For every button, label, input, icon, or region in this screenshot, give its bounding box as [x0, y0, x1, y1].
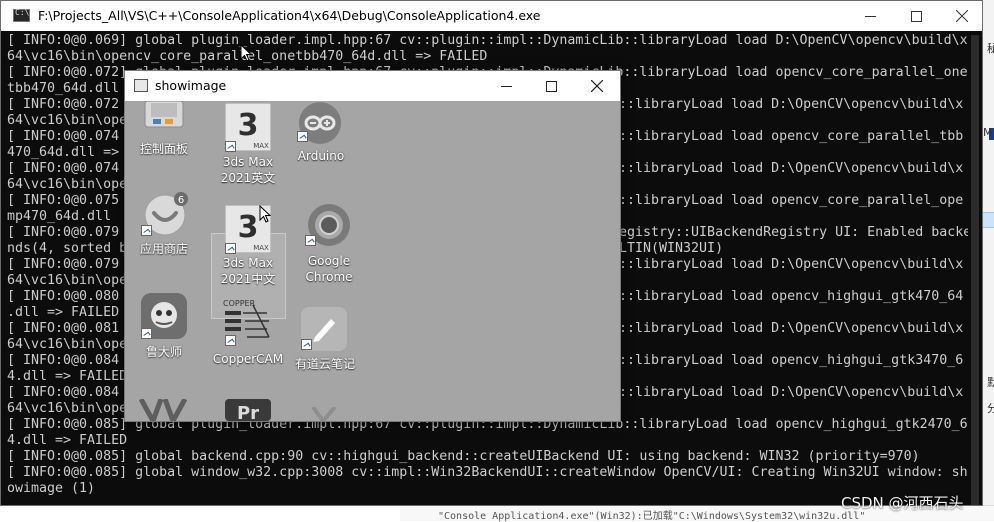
- console-maximize-button[interactable]: [893, 1, 939, 31]
- app-store-badge-count: 6: [178, 195, 184, 206]
- maximize-icon: [545, 80, 557, 92]
- console-line-fragment: egistry::UIBackendRegistry UI: Enabled b…: [619, 225, 968, 240]
- console-line: 64\vc16\bin\ope: [7, 113, 128, 128]
- console-line: [ INFO:0@0.074: [7, 161, 120, 176]
- max-logo-word: MAX: [253, 244, 269, 252]
- console-line: .dll => FAILED: [7, 305, 120, 320]
- console-line: [ INFO:0@0.084: [7, 353, 120, 368]
- 3ds-max-en-label-line1[interactable]: 3ds Max: [216, 154, 280, 170]
- maximize-icon: [910, 10, 922, 22]
- control-panel-label[interactable]: 控制面板: [137, 141, 191, 157]
- console-line-fragment: ::libraryLoad load D:\OpenCV\opencv\buil…: [619, 257, 964, 272]
- console-scrollbar[interactable]: [968, 31, 982, 505]
- shortcut-arrow-icon: [297, 131, 308, 142]
- showimage-close-button[interactable]: [574, 71, 620, 101]
- console-line: [ INFO:0@0.072: [7, 97, 120, 112]
- minimize-icon: [864, 15, 876, 17]
- control-panel-icon[interactable]: [143, 101, 185, 131]
- showimage-titlebar[interactable]: showimage: [125, 71, 620, 101]
- youdao-note-label[interactable]: 有道云笔记: [289, 356, 361, 372]
- console-line-fragment: ::libraryLoad load opencv_core_parallel_…: [619, 193, 964, 208]
- shortcut-arrow-icon: [305, 235, 316, 246]
- partial-v-icon: [139, 399, 187, 421]
- console-line-fragment: ::libraryLoad load D:\OpenCV\opencv\buil…: [619, 321, 964, 336]
- console-line: 64\vc16\bin\ope: [7, 273, 128, 288]
- console-line: mp470_64d.dll: [7, 209, 112, 224]
- console-line: [ INFO:0@0.079: [7, 225, 120, 240]
- console-line: 470_64d.dll =>: [7, 145, 120, 160]
- premiere-pro-icon: Pr: [225, 399, 271, 421]
- shortcut-arrow-icon: [141, 225, 152, 236]
- showimage-window: showimage 控制面板 3 MAX 3ds Max 2021英文 Ardu…: [124, 70, 621, 422]
- showimage-minimize-button[interactable]: [483, 71, 529, 101]
- console-line-fragment: ::libraryLoad load D:\OpenCV\opencv\buil…: [619, 161, 964, 176]
- console-line: 64\vc16\bin\ope: [7, 337, 128, 352]
- ludashi-label[interactable]: 鲁大师: [137, 344, 191, 360]
- console-line: [ INFO:0@0.085] global window_w32.cpp:30…: [7, 465, 968, 480]
- shortcut-arrow-icon: [141, 328, 152, 339]
- shortcut-arrow-icon: [225, 243, 236, 254]
- mouse-cursor-icon: [240, 44, 252, 62]
- close-icon: [956, 10, 968, 22]
- close-icon: [591, 80, 603, 92]
- 3ds-max-cn-label-line1[interactable]: 3ds Max: [216, 255, 280, 271]
- coppercam-logo-text: COPPER: [223, 299, 256, 308]
- console-line-fragment: ::libraryLoad load opencv_highgui_gtk470…: [619, 289, 964, 304]
- bg-text-2: M: [983, 126, 993, 139]
- console-line-fragment: ::libraryLoad load D:\OpenCV\opencv\buil…: [619, 385, 964, 400]
- premiere-pro-text: Pr: [237, 403, 259, 421]
- console-minimize-button[interactable]: [847, 1, 893, 31]
- app-store-label[interactable]: 应用商店: [136, 241, 192, 257]
- max-logo-number: 3: [238, 210, 259, 245]
- console-line-fragment: ::libraryLoad load opencv_highgui_gtk347…: [619, 353, 964, 368]
- console-line: 64\vc16\bin\ope: [7, 401, 128, 416]
- partial-vs-icon: [311, 407, 337, 421]
- badge-icon: 6: [174, 192, 188, 206]
- arduino-label[interactable]: Arduino: [289, 148, 353, 164]
- console-close-button[interactable]: [939, 1, 982, 31]
- csdn-watermark: CSDN @河西石头: [841, 494, 964, 512]
- showimage-canvas[interactable]: 控制面板 3 MAX 3ds Max 2021英文 Arduino 6 应用商店…: [125, 101, 620, 421]
- scrollbar-thumb[interactable]: [971, 35, 979, 505]
- shortcut-arrow-icon: [301, 339, 312, 350]
- console-line: [ INFO:0@0.075: [7, 193, 120, 208]
- console-line: 4.dll => FAILED: [7, 433, 128, 448]
- console-line: 4.dll => FAILED: [7, 369, 128, 384]
- console-line: tbb470_64d.dll: [7, 81, 120, 96]
- console-line: [ INFO:0@0.069] global plugin_loader.imp…: [7, 33, 968, 48]
- showimage-title: showimage: [155, 78, 227, 93]
- console-line: [ INFO:0@0.079: [7, 257, 120, 272]
- console-line: [ INFO:0@0.085] global backend.cpp:90 cv…: [7, 449, 920, 464]
- console-line-fragment: ::libraryLoad load D:\OpenCV\opencv\buil…: [619, 97, 964, 112]
- console-line: nds(4, sorted b: [7, 241, 128, 256]
- console-app-icon: [13, 8, 30, 22]
- console-line: [ INFO:0@0.084: [7, 385, 120, 400]
- console-line: [ INFO:0@0.081: [7, 321, 120, 336]
- chrome-label-line1[interactable]: Google: [297, 253, 361, 269]
- showimage-maximize-button[interactable]: [528, 71, 574, 101]
- console-line: owimage (1): [7, 481, 96, 496]
- console-line: [ INFO:0@0.074: [7, 129, 120, 144]
- shortcut-arrow-icon: [225, 335, 236, 346]
- image-cursor-icon: [259, 205, 271, 223]
- chrome-label-line2[interactable]: Chrome: [297, 269, 361, 285]
- console-titlebar[interactable]: F:\Projects_All\VS\C++\ConsoleApplicatio…: [1, 1, 982, 31]
- console-line: [ INFO:0@0.080: [7, 289, 120, 304]
- minimize-icon: [500, 85, 512, 87]
- coppercam-label[interactable]: CopperCAM: [209, 351, 287, 367]
- max-logo-word: MAX: [253, 142, 269, 150]
- console-title: F:\Projects_All\VS\C++\ConsoleApplicatio…: [38, 8, 541, 23]
- window-app-icon: [134, 79, 148, 92]
- shortcut-arrow-icon: [225, 141, 236, 152]
- console-line-fragment: LTIN(WIN32UI): [619, 241, 724, 256]
- console-line: 64\vc16\bin\ope: [7, 177, 128, 192]
- 3ds-max-en-label-line2[interactable]: 2021英文: [216, 170, 280, 186]
- bg-text-4: 默: [987, 376, 994, 389]
- bg-text-1: 秘: [987, 42, 994, 55]
- console-line-fragment: ::libraryLoad load opencv_core_parallel_…: [619, 129, 964, 144]
- 3ds-max-cn-label-line2[interactable]: 2021中文: [216, 271, 280, 287]
- max-logo-number: 3: [238, 108, 259, 143]
- bg-text-3: 分: [987, 402, 994, 415]
